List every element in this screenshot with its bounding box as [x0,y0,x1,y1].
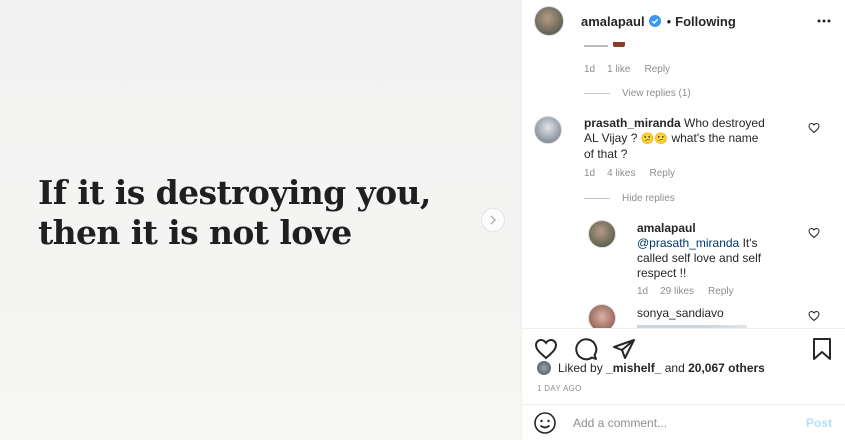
verified-badge-icon [648,15,661,27]
reply-time: 1d [637,286,649,297]
view-replies-button[interactable]: View replies (1) [584,88,691,99]
add-comment-input[interactable]: Add a comment... [573,416,806,430]
commenter-avatar[interactable] [534,116,562,144]
reply-text-c: respect !! [637,266,687,280]
more-options-icon[interactable] [816,14,832,28]
likes-summary[interactable]: Liked by _mishelf_ and 20,067 others [537,361,765,375]
commenter-username[interactable]: sonya_sandiavo [637,306,724,320]
comment-reply-button[interactable]: Reply [649,168,675,179]
quote-line-1: If it is destroying you, [38,173,431,212]
comment-body: prasath_miranda Who destroyed AL Vijay ?… [584,116,804,162]
hide-replies-label: Hide replies [622,193,675,204]
reply-likes[interactable]: 29 likes [660,286,694,297]
comments-list[interactable]: 1d 1 like Reply View replies (1) prasath… [522,42,845,328]
reply-author-avatar[interactable] [588,220,616,248]
following-button[interactable]: Following [675,14,736,29]
commenter-username[interactable]: prasath_miranda [584,116,681,130]
comment-partial-text [584,42,644,47]
post-comment-button[interactable]: Post [806,416,832,430]
reply-body: amalapaul @prasath_miranda It's called s… [637,221,807,281]
post-timestamp[interactable]: 1 DAY AGO [537,384,582,393]
commenter-avatar[interactable] [588,304,616,328]
next-slide-button[interactable] [481,208,505,232]
post-image[interactable]: If it is destroying you, then it is not … [0,0,521,440]
comment-like-heart-icon[interactable] [808,122,820,134]
post-side-panel: amalapaul • Following 1d 1 like Reply Vi… [521,0,845,440]
comment-time: 1d [584,168,596,179]
comment-body: sonya_sandiavo [637,306,807,328]
smiley-icon[interactable] [533,411,557,435]
comment-icon[interactable] [574,337,598,361]
replies-divider [584,93,610,94]
mention-link[interactable]: @prasath_miranda [637,236,739,250]
replies-divider [584,198,610,199]
liker-username[interactable]: _mishelf_ [606,361,661,375]
post-quote: If it is destroying you, then it is not … [38,173,431,253]
comment-text-a: Who destroyed [684,116,765,130]
bookmark-icon[interactable] [810,337,834,361]
comment-meta: 1d 1 like Reply [584,64,670,75]
hide-replies-button[interactable]: Hide replies [584,193,675,204]
comment-time: 1d [584,64,596,75]
emoji-confused: 😕😕 [640,133,669,145]
comment-reply-button[interactable]: Reply [644,64,670,75]
heart-icon[interactable] [534,337,558,361]
view-replies-label: View replies (1) [622,88,691,99]
separator-dot: • [666,13,672,29]
reply-text-b: called self love and self [637,251,762,265]
author-username[interactable]: amalapaul [581,14,645,29]
quote-line-2: then it is not love [38,213,352,252]
comment-meta: 1d 4 likes Reply [584,168,675,179]
comment-text-d: of that ? [584,147,628,161]
likes-others-count[interactable]: 20,067 others [688,361,765,375]
reply-username[interactable]: amalapaul [637,221,696,235]
reply-reply-button[interactable]: Reply [708,286,734,297]
comment-like-heart-icon[interactable] [808,310,820,322]
liker-avatar[interactable] [537,361,551,375]
post-header: amalapaul • Following [522,0,845,42]
comment-text-c: what's the name [671,131,759,145]
author-avatar[interactable] [534,6,564,36]
paper-plane-icon[interactable] [612,337,636,361]
reply-like-heart-icon[interactable] [808,227,820,239]
comment-likes[interactable]: 1 like [607,64,630,75]
likes-and: and [664,361,685,375]
reply-meta: 1d 29 likes Reply [637,286,734,297]
liked-by-prefix: Liked by [558,361,603,375]
chevron-right-icon [490,215,496,225]
reply-text-a: It's [742,236,758,250]
add-comment-bar: Add a comment... Post [522,404,845,440]
comment-likes[interactable]: 4 likes [607,168,635,179]
comment-text-b: AL Vijay ? [584,131,638,145]
